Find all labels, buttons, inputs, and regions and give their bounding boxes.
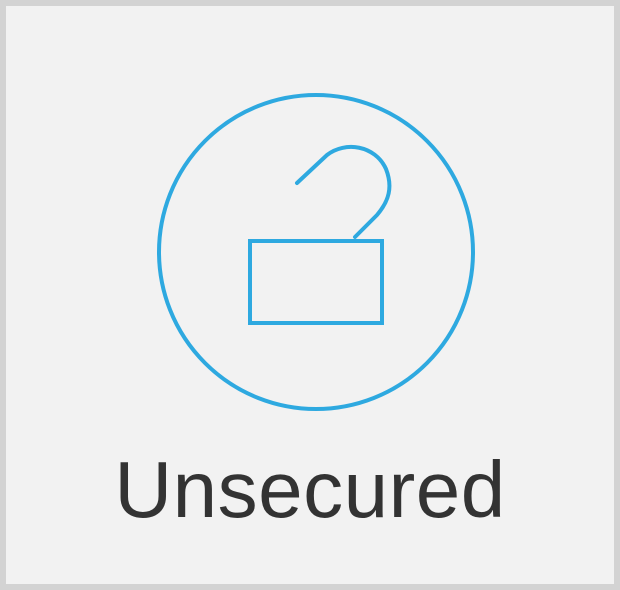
icon-circle <box>157 93 475 411</box>
unlocked-padlock-icon <box>151 87 481 417</box>
padlock-body <box>248 239 384 325</box>
status-card: Unsecured <box>0 0 620 590</box>
status-label: Unsecured <box>114 445 506 534</box>
padlock-shackle <box>295 145 392 239</box>
